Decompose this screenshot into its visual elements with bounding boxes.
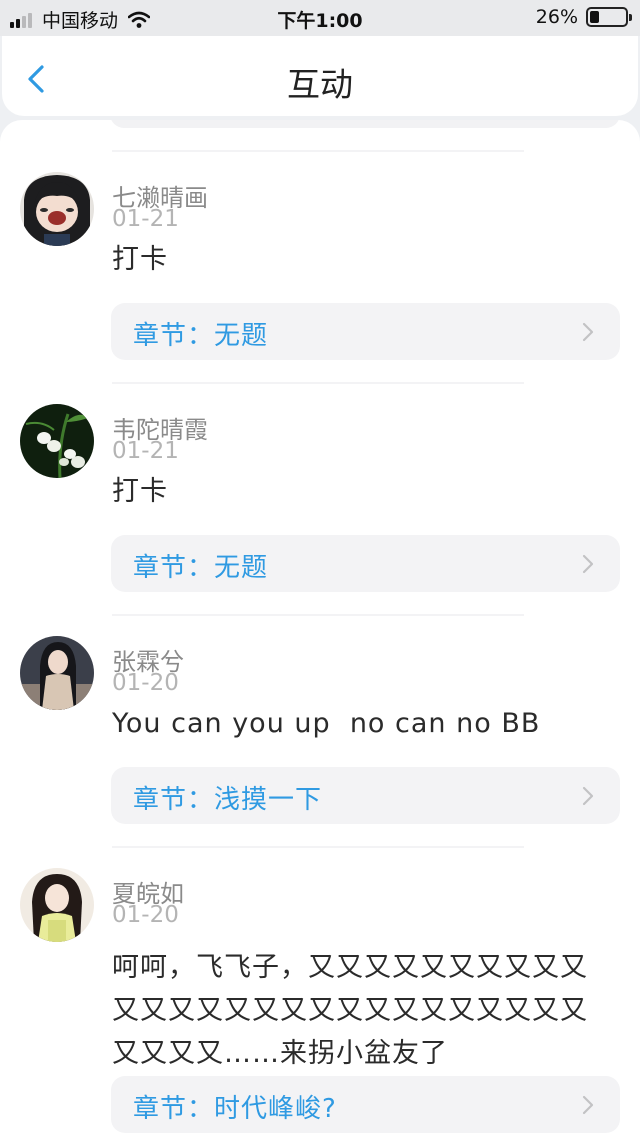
avatar-image: [20, 636, 94, 710]
nav-header: 互动: [2, 36, 638, 116]
comment-text: 呵呵，飞飞子，又又又又又又又又又又又又又又又又又又又又又又又又又又又又又又又………: [112, 952, 588, 1069]
comment-text: 打卡: [112, 244, 168, 275]
chapter-link[interactable]: 章节：浅摸一下: [111, 767, 620, 824]
chevron-right-icon: [582, 322, 594, 342]
chapter-link[interactable]: 章节：无题: [111, 535, 620, 592]
avatar-image: [20, 404, 94, 478]
avatar[interactable]: [20, 172, 94, 246]
comment-date: 01-20: [112, 670, 179, 696]
comment-date: 01-21: [112, 206, 179, 232]
avatar[interactable]: [20, 636, 94, 710]
divider: [112, 382, 524, 384]
chapter-label: 章节：无题: [133, 321, 269, 351]
chapter-label: 章节：浅摸一下: [133, 785, 323, 815]
divider: [112, 846, 524, 848]
chapter-link[interactable]: 章节：无题: [111, 303, 620, 360]
status-right: 26%: [535, 6, 632, 28]
avatar[interactable]: [20, 404, 94, 478]
avatar[interactable]: [20, 868, 94, 942]
chevron-right-icon: [582, 554, 594, 574]
battery-percent: 26%: [535, 6, 578, 28]
avatar-image: [20, 172, 94, 246]
battery-icon: [586, 7, 632, 27]
comment-text: You can you up no can no BB: [112, 708, 541, 739]
divider: [112, 150, 524, 152]
status-bar: 中国移动 下午1:00 26%: [0, 0, 640, 36]
chapter-link[interactable]: 章节：时代峰峻?: [111, 1076, 620, 1133]
divider: [112, 614, 524, 616]
chevron-right-icon: [582, 1095, 594, 1115]
comment-date: 01-21: [112, 438, 179, 464]
chapter-label: 章节：无题: [133, 553, 269, 583]
previous-chapter-card[interactable]: [110, 120, 620, 128]
chevron-right-icon: [582, 786, 594, 806]
page-title: 互动: [287, 65, 353, 104]
comment-date: 01-20: [112, 902, 179, 928]
avatar-image: [20, 868, 94, 942]
comment-list: 七濑晴画 01-21 打卡 章节：无题 韦陀晴霞 01-21 打卡 章节：无题 …: [0, 120, 640, 1139]
battery-level: [590, 11, 599, 23]
chapter-label: 章节：时代峰峻?: [133, 1094, 337, 1124]
comment-text: 打卡: [112, 476, 168, 507]
